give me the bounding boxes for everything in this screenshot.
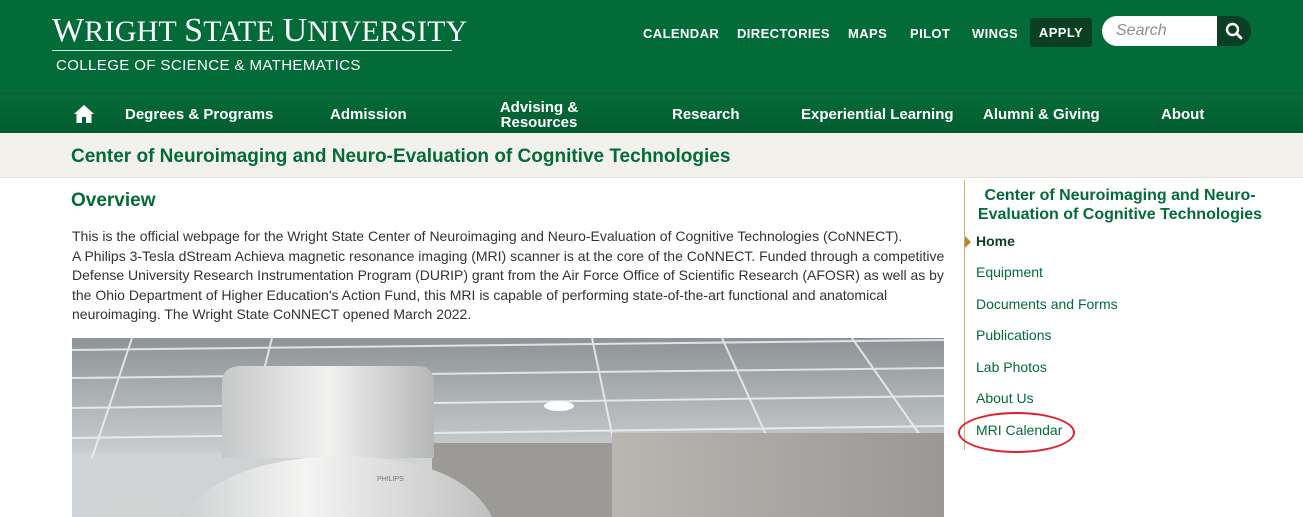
- sidebar-link-lab-photos[interactable]: Lab Photos: [976, 359, 1047, 375]
- nav-advising-line1: Advising &: [499, 99, 579, 116]
- university-logo[interactable]: WRIGHT STATE UNIVERSITY: [52, 12, 468, 50]
- nav-research[interactable]: Research: [672, 107, 740, 122]
- active-indicator-icon: [965, 236, 971, 248]
- overview-paragraph-1: This is the official webpage for the Wri…: [72, 228, 903, 244]
- utility-link-maps[interactable]: MAPS: [848, 26, 887, 41]
- overview-heading: Overview: [71, 190, 156, 211]
- overview-paragraph-2: A Philips 3-Tesla dStream Achieva magnet…: [72, 247, 945, 323]
- photo-brand-label: PHILIPS: [377, 476, 404, 483]
- page-title[interactable]: Center of Neuroimaging and Neuro-Evaluat…: [71, 146, 730, 168]
- highlight-annotation: [958, 412, 1075, 453]
- mri-scanner-photo: PHILIPS: [72, 338, 944, 517]
- search-icon: [1225, 22, 1243, 40]
- nav-about[interactable]: About: [1161, 107, 1204, 122]
- nav-experiential-learning[interactable]: Experiential Learning: [801, 107, 954, 122]
- sidebar-link-documents-forms[interactable]: Documents and Forms: [976, 296, 1118, 312]
- nav-admission[interactable]: Admission: [330, 107, 407, 122]
- utility-link-wings[interactable]: WINGS: [972, 26, 1018, 41]
- sidebar-title[interactable]: Center of Neuroimaging and Neuro-Evaluat…: [975, 186, 1265, 224]
- nav-advising-line2: Resources: [500, 114, 578, 131]
- nav-alumni-giving[interactable]: Alumni & Giving: [983, 107, 1100, 122]
- sidebar-divider: [964, 180, 965, 450]
- sidebar-link-home[interactable]: Home: [976, 233, 1015, 249]
- nav-degrees-programs[interactable]: Degrees & Programs: [125, 107, 273, 122]
- utility-link-calendar[interactable]: CALENDAR: [643, 26, 719, 41]
- overview-text: This is the official webpage for the Wri…: [72, 227, 947, 325]
- utility-link-pilot[interactable]: PILOT: [910, 26, 950, 41]
- logo-divider: [52, 50, 452, 51]
- college-name[interactable]: COLLEGE OF SCIENCE & MATHEMATICS: [56, 57, 361, 74]
- apply-button[interactable]: APPLY: [1030, 18, 1092, 47]
- sidebar-link-about-us[interactable]: About Us: [976, 390, 1034, 406]
- search-button[interactable]: [1217, 16, 1251, 46]
- sidebar-link-publications[interactable]: Publications: [976, 327, 1052, 343]
- utility-link-directories[interactable]: DIRECTORIES: [737, 26, 830, 41]
- nav-advising-resources[interactable]: Advising & Resources: [495, 100, 583, 130]
- mri-photo-illustration: PHILIPS: [72, 338, 944, 517]
- sidebar-link-equipment[interactable]: Equipment: [976, 264, 1043, 280]
- search-input[interactable]: [1102, 16, 1220, 46]
- home-icon[interactable]: [73, 104, 95, 124]
